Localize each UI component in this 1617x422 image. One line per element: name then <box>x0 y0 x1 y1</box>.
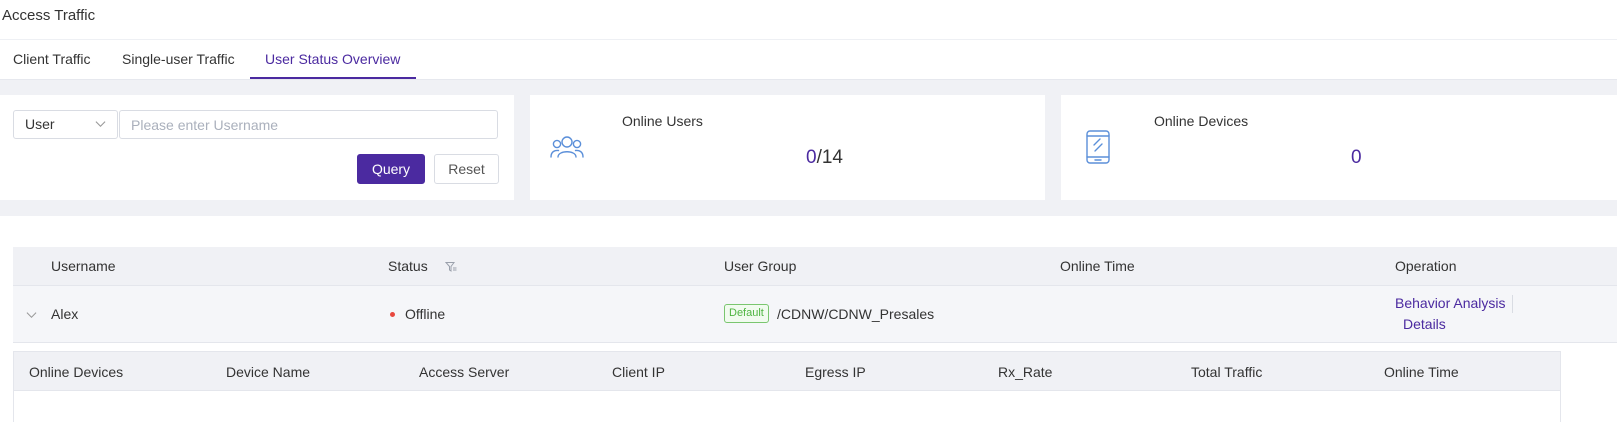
column-client-ip: Client IP <box>612 364 665 380</box>
column-status: Status <box>388 258 428 274</box>
online-devices-label: Online Devices <box>1154 113 1249 129</box>
header: Access Traffic Client Traffic Single-use… <box>0 0 1617 80</box>
column-egress-ip: Egress IP <box>805 364 866 380</box>
page-title: Access Traffic <box>2 7 96 24</box>
operation-divider <box>1512 295 1513 313</box>
user-group-path: /CDNW/CDNW_Presales <box>777 306 935 322</box>
device-subtable-header: Online Devices Device Name Access Server… <box>14 352 1560 391</box>
search-type-value: User <box>25 116 55 132</box>
table-row: Alex Offline Default /CDNW/CDNW_Presales… <box>13 286 1617 343</box>
details-link[interactable]: Details <box>1403 316 1446 332</box>
column-access-server: Access Server <box>419 364 510 380</box>
online-users-card: Online Users 0/14 <box>530 95 1045 200</box>
online-devices-card: Online Devices 0 <box>1061 95 1617 200</box>
username-cell: Alex <box>51 306 79 322</box>
chevron-down-icon <box>95 121 106 128</box>
mobile-device-icon <box>1086 130 1110 164</box>
online-users-total: /14 <box>816 147 843 168</box>
behavior-analysis-link[interactable]: Behavior Analysis <box>1395 295 1506 311</box>
column-user-group: User Group <box>724 258 797 274</box>
column-operation: Operation <box>1395 258 1457 274</box>
users-icon <box>550 136 584 158</box>
username-search-input[interactable] <box>119 110 498 139</box>
online-devices-value: 0 <box>1351 147 1362 168</box>
column-online-time: Online Time <box>1060 258 1135 274</box>
status-cell: Offline <box>405 306 446 322</box>
column-device-name: Device Name <box>226 364 311 380</box>
column-total-traffic: Total Traffic <box>1191 364 1263 380</box>
tab-single-user-traffic[interactable]: Single-user Traffic <box>122 51 235 67</box>
tab-client-traffic[interactable]: Client Traffic <box>13 51 91 67</box>
query-card: User Query Reset <box>0 95 514 200</box>
search-type-select[interactable]: User <box>13 110 118 139</box>
column-username: Username <box>51 258 116 274</box>
online-users-label: Online Users <box>622 113 703 129</box>
default-group-tag: Default <box>724 304 769 323</box>
tab-bar: Client Traffic Single-user Traffic User … <box>0 40 1617 80</box>
chevron-down-icon[interactable] <box>26 309 37 320</box>
status-offline-dot <box>390 312 395 317</box>
column-rx-rate: Rx_Rate <box>998 364 1053 380</box>
column-online-devices: Online Devices <box>29 364 124 380</box>
online-users-value: 0/14 <box>806 147 843 169</box>
page: Access Traffic Client Traffic Single-use… <box>0 0 1617 422</box>
user-table-panel: Username Status User Group Online Time O… <box>0 216 1617 422</box>
column-device-online-time: Online Time <box>1384 364 1459 380</box>
table-header: Username Status User Group Online Time O… <box>13 247 1617 286</box>
device-subtable: Online Devices Device Name Access Server… <box>13 351 1561 422</box>
query-button[interactable]: Query <box>357 154 425 184</box>
filter-icon[interactable] <box>445 261 457 273</box>
active-tab-indicator <box>250 77 416 79</box>
online-users-count: 0 <box>806 147 817 168</box>
tab-user-status-overview[interactable]: User Status Overview <box>265 51 400 67</box>
reset-button[interactable]: Reset <box>434 154 499 184</box>
